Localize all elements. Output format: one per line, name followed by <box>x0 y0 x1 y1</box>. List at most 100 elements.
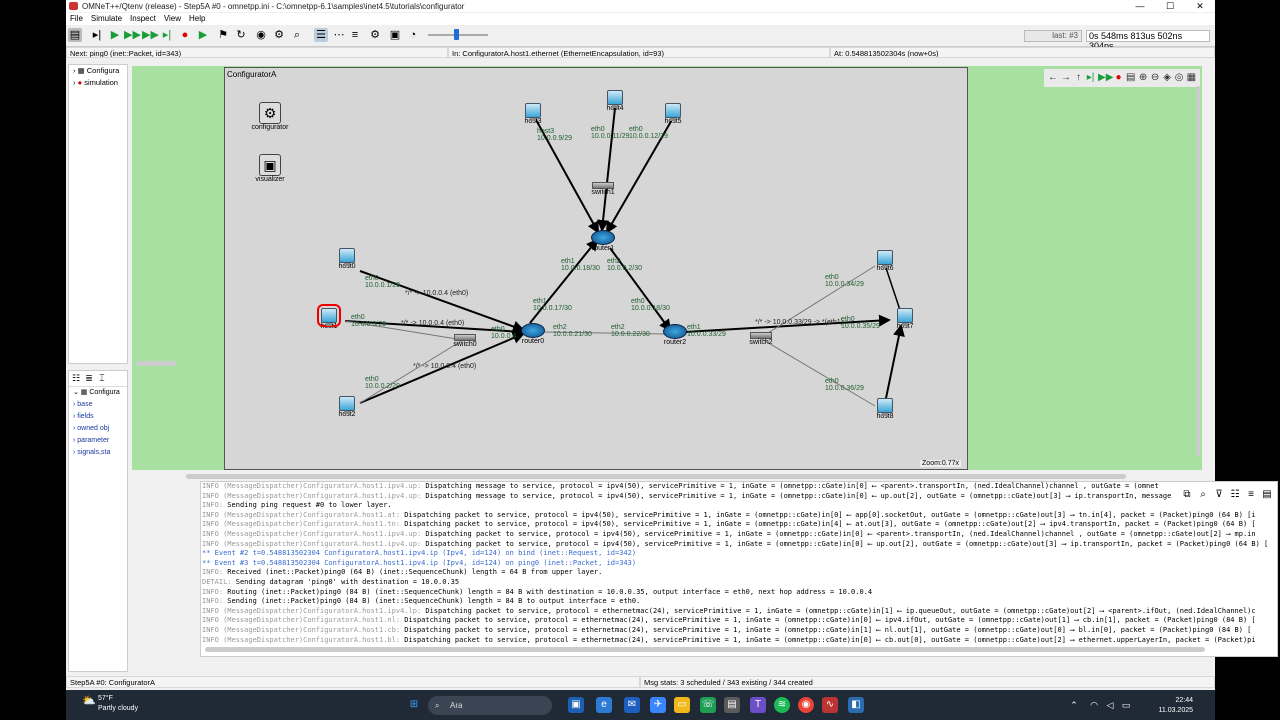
host2-node[interactable]: host2 <box>327 396 367 418</box>
inspector-item-parameters[interactable]: › parameter <box>69 435 127 447</box>
maximize-button[interactable]: ☐ <box>1155 0 1185 12</box>
back-icon[interactable]: ← <box>1048 71 1058 84</box>
router1-node[interactable]: router1 <box>583 230 623 252</box>
record-icon[interactable]: ◉ <box>254 28 268 42</box>
layers-icon[interactable]: ◈ <box>1163 71 1172 84</box>
whatsapp-icon[interactable]: ☏ <box>700 697 716 713</box>
forward-icon[interactable]: → <box>1061 71 1071 84</box>
gear-icon[interactable]: ⚙ <box>368 28 382 42</box>
run-icon[interactable]: ▶▶ <box>1098 71 1113 84</box>
net-horizontal-scrollbar[interactable] <box>186 474 1126 479</box>
children-view-icon[interactable]: ⌶ <box>97 373 107 383</box>
battery-icon[interactable]: ▭ <box>1118 697 1134 713</box>
weather-widget[interactable]: ⛅ 57°F Partly cloudy <box>82 694 138 714</box>
up-icon[interactable]: ↑ <box>1074 71 1083 84</box>
filter-icon[interactable]: ⊽ <box>1213 489 1225 501</box>
menu-simulate[interactable]: Simulate <box>87 13 126 25</box>
log-horizontal-scrollbar[interactable] <box>205 647 1205 652</box>
taskbar-search[interactable]: ⌕ Ara <box>428 696 552 715</box>
host5-node[interactable]: host5 <box>653 103 693 125</box>
host4-node[interactable]: host4 <box>595 90 635 112</box>
link-switch2-host8 <box>759 337 876 407</box>
export-icon[interactable]: ▤ <box>1126 71 1135 84</box>
menu-file[interactable]: File <box>66 13 87 25</box>
speed-slider-handle[interactable] <box>454 29 459 40</box>
tray-arrow-icon[interactable]: ⌃ <box>1066 697 1082 713</box>
messages-icon[interactable]: ☷ <box>1229 489 1241 501</box>
spotify-icon[interactable]: ≋ <box>774 697 790 713</box>
chrome-icon[interactable]: ◉ <box>798 697 814 713</box>
visualizer-module[interactable]: ▣ visualizer <box>250 154 290 183</box>
timeline-icon[interactable]: ☰ <box>314 28 328 42</box>
settings-net-icon[interactable]: ⚙ <box>272 28 286 42</box>
menu-view[interactable]: View <box>160 13 185 25</box>
inspector-item-fields[interactable]: › fields <box>69 411 127 423</box>
grouped-view-icon[interactable]: ☷ <box>71 373 81 383</box>
host3-node[interactable]: host3 <box>513 103 553 125</box>
flat-view-icon[interactable]: ≣ <box>84 373 94 383</box>
zoom-in-icon[interactable]: ⊕ <box>1139 71 1148 84</box>
tree-item-simulation[interactable]: › ● simulation <box>69 77 127 89</box>
run-icon[interactable]: ▶ <box>108 28 122 42</box>
zoom-out-icon[interactable]: ⊖ <box>1151 71 1160 84</box>
host8-node[interactable]: host8 <box>865 398 905 420</box>
router0-node[interactable]: router0 <box>513 323 553 345</box>
relayout-icon[interactable]: ◎ <box>1175 71 1184 84</box>
inspector-item-signals[interactable]: › signals,sta <box>69 447 127 459</box>
stop-icon[interactable]: ● <box>178 28 192 42</box>
menu-inspect[interactable]: Inspect <box>126 13 160 25</box>
host6-node[interactable]: host6 <box>865 250 905 272</box>
iface-router1-eth1: eth1 10.0.0.18/30 <box>561 258 600 272</box>
task-view-icon[interactable]: ▣ <box>568 697 584 713</box>
layout-icon[interactable]: ⋯ <box>332 28 346 42</box>
flag-icon[interactable]: ⚑ <box>216 28 230 42</box>
speed-slider[interactable] <box>428 29 488 40</box>
tree-item-configurator[interactable]: › ▦ Configura <box>69 65 127 77</box>
search-icon[interactable]: ⌕ <box>290 28 304 42</box>
switch1-node[interactable]: switch1 <box>583 178 623 196</box>
clock[interactable]: 22:44 11.03.2025 <box>1158 696 1193 716</box>
debug-next-icon[interactable]: ▶ <box>196 28 210 42</box>
express-run-icon[interactable]: ▶▶ <box>142 28 159 42</box>
host1-node[interactable]: host1 <box>309 304 349 330</box>
menu-help[interactable]: Help <box>185 13 209 25</box>
list-icon[interactable]: ≡ <box>348 28 362 42</box>
host7-node[interactable]: host7 <box>885 308 925 330</box>
edge-icon[interactable]: e <box>596 697 612 713</box>
speed-icon[interactable]: ◔ <box>406 28 420 42</box>
fast-run-icon[interactable]: ▶▶ <box>124 28 141 42</box>
tile-icon[interactable]: ▦ <box>1187 71 1196 84</box>
tree-scrollbar[interactable] <box>136 361 176 366</box>
step-icon[interactable]: ▸| <box>1086 71 1095 84</box>
minimize-button[interactable]: — <box>1125 0 1155 12</box>
load-config-icon[interactable]: ▤ <box>68 28 82 42</box>
inspector-item-owned[interactable]: › owned obj <box>69 423 127 435</box>
vertical-scrollbar[interactable] <box>1196 86 1200 456</box>
omnetpp-icon[interactable]: ∿ <box>822 697 838 713</box>
run-until-icon[interactable]: ▸| <box>160 28 174 42</box>
rebuild-icon[interactable]: ↻ <box>234 28 248 42</box>
teams-icon[interactable]: T <box>750 697 766 713</box>
qtenv-icon[interactable]: ◧ <box>848 697 864 713</box>
video-icon[interactable]: ▣ <box>388 28 402 42</box>
start-icon[interactable]: ⊞ <box>406 697 422 713</box>
outlook-icon[interactable]: ✉ <box>624 697 640 713</box>
copy-icon[interactable]: ⧉ <box>1181 489 1193 501</box>
inspector-item-base[interactable]: › base <box>69 399 127 411</box>
volume-icon[interactable]: ◁ <box>1102 697 1118 713</box>
step-icon[interactable]: ▸| <box>90 28 104 42</box>
switch2-node[interactable]: switch2 <box>741 328 781 346</box>
files-icon[interactable]: ✈ <box>650 697 666 713</box>
lines-icon[interactable]: ≡ <box>1245 489 1257 501</box>
log-mode-icon[interactable]: ▤ <box>1261 489 1273 501</box>
inspector-root[interactable]: ⌄ ▦ Configura <box>69 387 127 399</box>
host0-node[interactable]: host0 <box>327 248 367 270</box>
stop-icon[interactable]: ● <box>1114 71 1123 84</box>
find-icon[interactable]: ⌕ <box>1197 489 1209 501</box>
configurator-module[interactable]: ⚙ configurator <box>250 102 290 131</box>
close-button[interactable]: ✕ <box>1185 0 1215 12</box>
wifi-icon[interactable]: ◠ <box>1086 697 1102 713</box>
switch0-node[interactable]: switch0 <box>445 330 485 348</box>
explorer-icon[interactable]: ▭ <box>674 697 690 713</box>
monitor-icon[interactable]: ▤ <box>724 697 740 713</box>
